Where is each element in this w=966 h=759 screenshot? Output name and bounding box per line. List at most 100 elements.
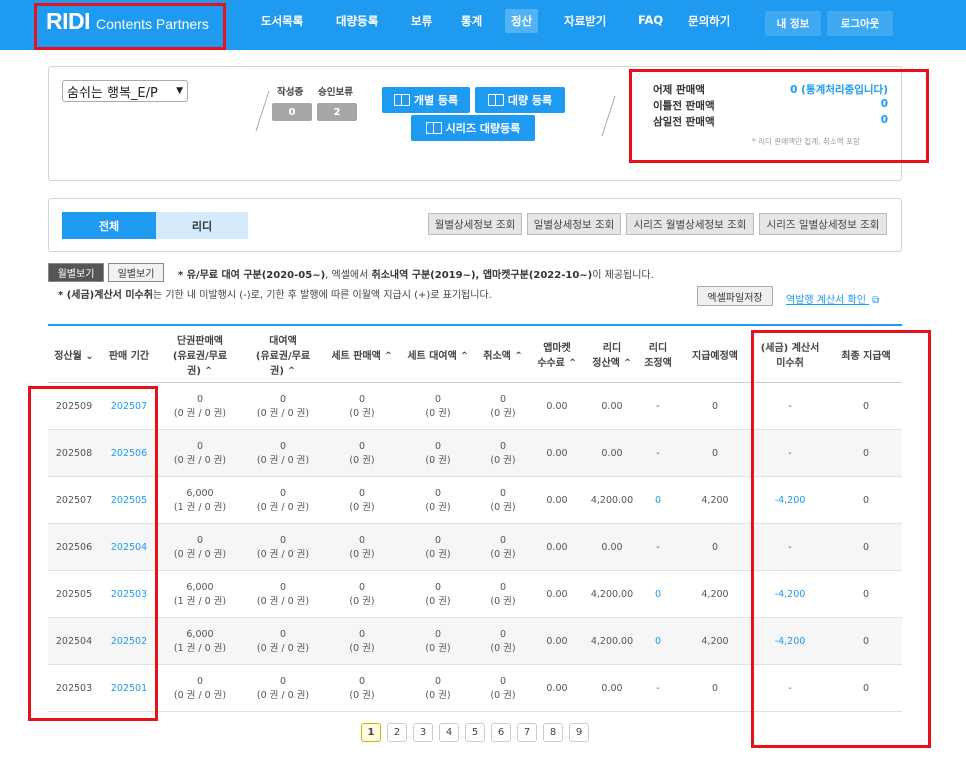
cell-ridi-settlement: 0.00 xyxy=(584,665,640,712)
cell-settlement-month: 202505 xyxy=(48,571,100,618)
cell-invoice-unreceived[interactable]: -4,200 xyxy=(754,618,826,665)
book-icon xyxy=(425,122,442,134)
brand-name: RIDI xyxy=(46,8,91,34)
series-bulk-register-button[interactable]: 시리즈 대량등록 xyxy=(411,115,535,141)
expected-payment-value: 4,200 xyxy=(701,588,729,600)
header-set-sales[interactable]: 세트 판매액 ⌃ xyxy=(324,330,400,382)
cell-sales-period[interactable]: 202503 xyxy=(100,571,158,618)
cell-invoice-unreceived[interactable]: -4,200 xyxy=(754,571,826,618)
cell-ridi-adjustment: 0 xyxy=(640,571,676,618)
notice-1-a: * 유/무료 대여 구분(2020-05~) xyxy=(178,270,326,281)
page-button-4[interactable]: 4 xyxy=(439,723,459,742)
cell-cancel: 0 (0 권) xyxy=(476,524,530,571)
page-button-6[interactable]: 6 xyxy=(491,723,511,742)
single-sales-value: 6,000 xyxy=(186,581,214,593)
final-payment-value: 0 xyxy=(862,494,870,506)
cancel-value: 0 xyxy=(499,628,507,640)
approval-hold-count[interactable]: 2 xyxy=(317,103,357,121)
book-icon xyxy=(393,94,410,106)
header-ridi-adjustment: 리디 조정액 xyxy=(644,343,672,369)
cell-settlement-month: 202504 xyxy=(48,618,100,665)
cancel-value: 0 xyxy=(499,675,507,687)
notice-1-d: 이 제공됩니다. xyxy=(592,270,654,281)
header-single-sales[interactable]: 단권판매액 (유료권/무료 권) ⌃ xyxy=(158,330,242,382)
header-set-rental[interactable]: 세트 대여액 ⌃ xyxy=(400,330,476,382)
monthly-detail-button[interactable]: 월별상세정보 조회 xyxy=(428,213,522,235)
page-button-5[interactable]: 5 xyxy=(465,723,485,742)
cell-expected-payment: 4,200 xyxy=(676,477,754,524)
table-row: 202505 202503 6,000 (1 권 / 0 권) 0 (0 권 / 0 권)… xyxy=(48,571,902,618)
series-bulk-register-label: 시리즈 대량등록 xyxy=(445,122,521,135)
logout-button[interactable]: 로그아웃 xyxy=(827,11,893,36)
single-sales-count: (0 권 / 0 권) xyxy=(173,407,227,419)
cell-rental: 0 (0 권 / 0 권) xyxy=(242,665,324,712)
tab-all[interactable]: 전체 xyxy=(62,212,156,239)
table-row: 202507 202505 6,000 (1 권 / 0 권) 0 (0 권 / 0 권)… xyxy=(48,477,902,524)
ridi-settlement-value: 0.00 xyxy=(601,541,623,553)
cell-sales-period[interactable]: 202507 xyxy=(100,383,158,430)
ridi-settlement-value: 0.00 xyxy=(601,447,623,459)
cell-invoice-unreceived: - xyxy=(754,524,826,571)
daily-detail-button[interactable]: 일별상세정보 조회 xyxy=(527,213,621,235)
cell-appmarket-fee: 0.00 xyxy=(530,383,584,430)
bulk-register-button[interactable]: 대량 등록 xyxy=(475,87,565,113)
single-register-button[interactable]: 개별 등록 xyxy=(382,87,470,113)
header-rental[interactable]: 대여액 (유료권/무료 권) ⌃ xyxy=(242,330,324,382)
header-settlement-month[interactable]: 정산월 ⌄ xyxy=(48,330,100,382)
cell-rental: 0 (0 권 / 0 권) xyxy=(242,383,324,430)
single-sales-value: 0 xyxy=(196,393,204,405)
cell-settlement-month: 202507 xyxy=(48,477,100,524)
page-button-1[interactable]: 1 xyxy=(361,723,381,742)
reverse-invoice-link[interactable]: 역발행 계산서 확인 ⧉ xyxy=(786,291,879,306)
set-sales-count: (0 권) xyxy=(349,454,375,466)
sales-period-value: 202505 xyxy=(110,494,148,506)
cancel-count: (0 권) xyxy=(490,548,516,560)
single-sales-value: 0 xyxy=(196,440,204,452)
appmarket-fee-value: 0.00 xyxy=(546,447,568,459)
header-cancel[interactable]: 취소액 ⌃ xyxy=(476,330,530,382)
cell-sales-period[interactable]: 202501 xyxy=(100,665,158,712)
cell-sales-period[interactable]: 202505 xyxy=(100,477,158,524)
page-button-2[interactable]: 2 xyxy=(387,723,407,742)
page-button-9[interactable]: 9 xyxy=(569,723,589,742)
series-daily-detail-button[interactable]: 시리즈 일별상세정보 조회 xyxy=(759,213,887,235)
nav-settlement[interactable]: 정산 xyxy=(505,9,539,33)
book-select-dropdown[interactable]: 숨쉬는 행복_E/P ▼ xyxy=(62,80,188,102)
ridi-adjustment-value: - xyxy=(656,682,660,694)
nav-pending[interactable]: 보류 xyxy=(411,13,432,29)
writing-count[interactable]: 0 xyxy=(272,103,312,121)
tab-ridi[interactable]: 리디 xyxy=(156,212,248,239)
series-monthly-detail-button[interactable]: 시리즈 월별상세정보 조회 xyxy=(626,213,754,235)
nav-bulk-register[interactable]: 대량등록 xyxy=(336,13,378,29)
header-ridi-settlement[interactable]: 리디 정산액 ⌃ xyxy=(584,330,640,382)
cell-single-sales: 6,000 (1 권 / 0 권) xyxy=(158,571,242,618)
cell-ridi-settlement: 0.00 xyxy=(584,524,640,571)
page-button-8[interactable]: 8 xyxy=(543,723,563,742)
my-info-button[interactable]: 내 정보 xyxy=(765,11,821,36)
header-invoice-unreceived[interactable]: (세금) 계산서 미수취 xyxy=(754,330,826,382)
monthly-view-button[interactable]: 월별보기 xyxy=(48,263,104,282)
cell-appmarket-fee: 0.00 xyxy=(530,430,584,477)
cell-sales-period[interactable]: 202506 xyxy=(100,430,158,477)
header-appmarket-fee[interactable]: 앱마켓 수수료 ⌃ xyxy=(530,330,584,382)
excel-save-button[interactable]: 엑셀파일저장 xyxy=(697,286,773,306)
page-button-7[interactable]: 7 xyxy=(517,723,537,742)
set-sales-count: (0 권) xyxy=(349,501,375,513)
cell-sales-period[interactable]: 202504 xyxy=(100,524,158,571)
nav-inquiry[interactable]: 문의하기 xyxy=(688,13,730,29)
nav-statistics[interactable]: 통계 xyxy=(461,13,482,29)
cell-sales-period[interactable]: 202502 xyxy=(100,618,158,665)
set-rental-value: 0 xyxy=(434,581,442,593)
nav-downloads[interactable]: 자료받기 xyxy=(564,13,606,29)
page-button-3[interactable]: 3 xyxy=(413,723,433,742)
ridi-adjustment-value: - xyxy=(656,447,660,459)
settlement-month-value: 202503 xyxy=(55,682,93,694)
brand-logo[interactable]: RIDI Contents Partners xyxy=(46,8,209,38)
cell-invoice-unreceived[interactable]: -4,200 xyxy=(754,477,826,524)
cell-single-sales: 0 (0 권 / 0 권) xyxy=(158,430,242,477)
nav-book-list[interactable]: 도서목록 xyxy=(261,13,303,29)
nav-faq[interactable]: FAQ xyxy=(638,13,663,27)
cell-ridi-adjustment: 0 xyxy=(640,477,676,524)
cell-settlement-month: 202508 xyxy=(48,430,100,477)
daily-view-button[interactable]: 일별보기 xyxy=(108,263,164,282)
